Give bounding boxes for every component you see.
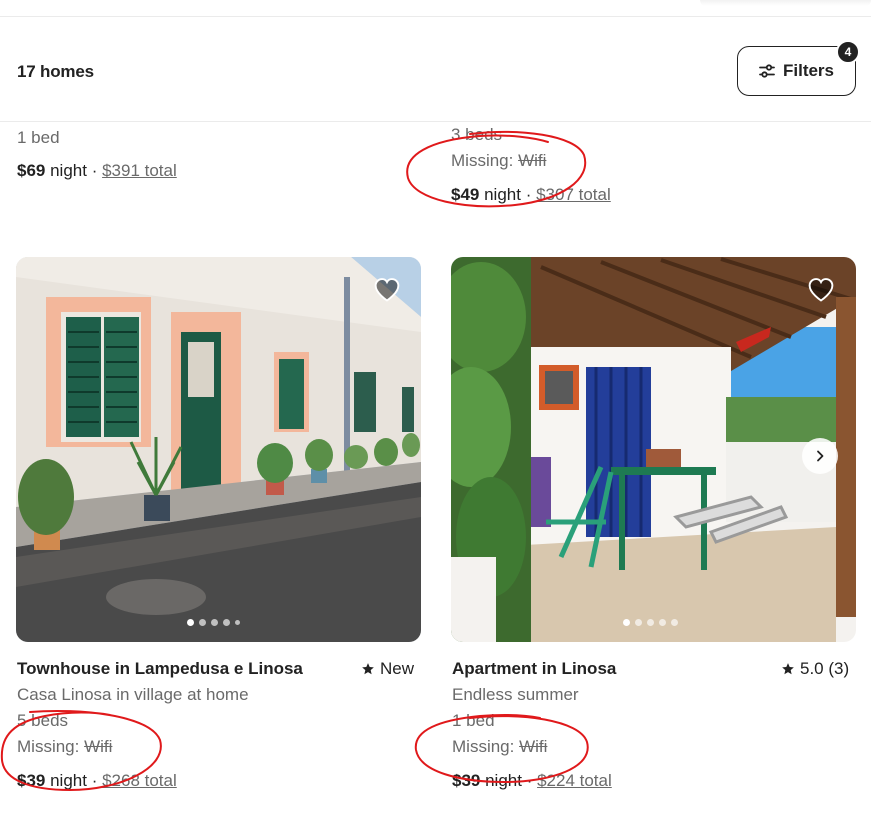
listing-1-total[interactable]: $391 total <box>102 161 177 180</box>
listing-3-missing-prefix: Missing: <box>17 737 85 756</box>
listing-4-photo[interactable] <box>451 257 856 642</box>
sliders-icon <box>759 64 775 78</box>
listing-4-missing-prefix: Missing: <box>452 737 520 756</box>
star-icon <box>362 663 374 675</box>
listing-2-missing-item: Wifi <box>518 151 547 170</box>
photo-dot <box>235 620 240 625</box>
photo-dot <box>623 619 630 626</box>
listing-1-price: $69 <box>17 161 46 180</box>
homes-count: 17 homes <box>17 62 94 81</box>
listing-2-missing: Missing: Wifi <box>451 151 546 171</box>
listing-3-missing-item: Wifi <box>84 737 113 756</box>
listing-2-price: $49 <box>451 185 480 204</box>
next-photo-button[interactable] <box>802 438 838 474</box>
townhouse-photo-image <box>16 257 421 642</box>
listing-4-price-line[interactable]: $39 night · $224 total <box>452 771 612 791</box>
listing-4-subtitle: Endless summer <box>452 685 579 704</box>
listing-3-rating-text: New <box>380 659 415 678</box>
listing-4-total[interactable]: $224 total <box>537 771 612 790</box>
photo-dot <box>659 619 666 626</box>
listing-4-sep: · <box>521 771 538 790</box>
listing-4-rating: 5.0 (3) <box>781 659 849 679</box>
listing-1-per: night <box>45 161 87 180</box>
chevron-right-icon <box>817 450 824 462</box>
photo-dot <box>211 619 218 626</box>
listing-3-heart-icon[interactable] <box>372 276 402 304</box>
photo-dot <box>223 619 230 626</box>
listing-4-title[interactable]: Apartment in Linosa <box>452 659 616 679</box>
listing-3-price: $39 <box>17 771 46 790</box>
listing-3-sep: · <box>86 771 103 790</box>
listing-4-photo-dots <box>623 619 678 626</box>
listing-3-beds: 5 beds <box>17 711 69 730</box>
listing-4-heart-icon[interactable] <box>806 276 836 304</box>
listing-1-price-line[interactable]: $69 night · $391 total <box>17 161 177 181</box>
photo-dot <box>671 619 678 626</box>
filters-count-badge: 4 <box>836 40 860 64</box>
photo-dot <box>187 619 194 626</box>
listing-4-missing: Missing: Wifi <box>452 737 547 757</box>
top-bar-shadow <box>700 0 871 6</box>
listing-4-missing-item: Wifi <box>519 737 548 756</box>
listing-2-missing-prefix: Missing: <box>451 151 519 170</box>
listing-4-price: $39 <box>452 771 481 790</box>
listing-4-beds: 1 bed <box>452 711 495 730</box>
listing-3-photo[interactable] <box>16 257 421 642</box>
listing-1-sep: · <box>86 161 103 180</box>
listing-2-sep: · <box>520 185 537 204</box>
photo-dot <box>635 619 642 626</box>
listing-1-beds: 1 bed <box>17 128 60 147</box>
listing-3-title[interactable]: Townhouse in Lampedusa e Linosa <box>17 659 303 679</box>
apartment-photo-image <box>451 257 856 642</box>
listing-3-subtitle: Casa Linosa in village at home <box>17 685 249 704</box>
listing-2-total[interactable]: $307 total <box>536 185 611 204</box>
filters-label: Filters <box>782 61 835 80</box>
listing-4-rating-text: 5.0 (3) <box>800 659 850 678</box>
photo-dot <box>647 619 654 626</box>
listing-2-beds: 3 beds <box>451 125 503 144</box>
star-icon <box>782 663 794 675</box>
listing-3-per: night <box>45 771 87 790</box>
listing-3-rating: New <box>361 659 414 679</box>
listing-3-missing: Missing: Wifi <box>17 737 112 757</box>
listing-2-price-line[interactable]: $49 night · $307 total <box>451 185 611 205</box>
listing-3-total[interactable]: $268 total <box>102 771 177 790</box>
listing-2-per: night <box>479 185 521 204</box>
listing-3-price-line[interactable]: $39 night · $268 total <box>17 771 177 791</box>
results-header: 17 homes Filters <box>0 17 871 122</box>
listing-3-photo-dots <box>187 619 240 626</box>
photo-dot <box>199 619 206 626</box>
listing-4-per: night <box>480 771 522 790</box>
